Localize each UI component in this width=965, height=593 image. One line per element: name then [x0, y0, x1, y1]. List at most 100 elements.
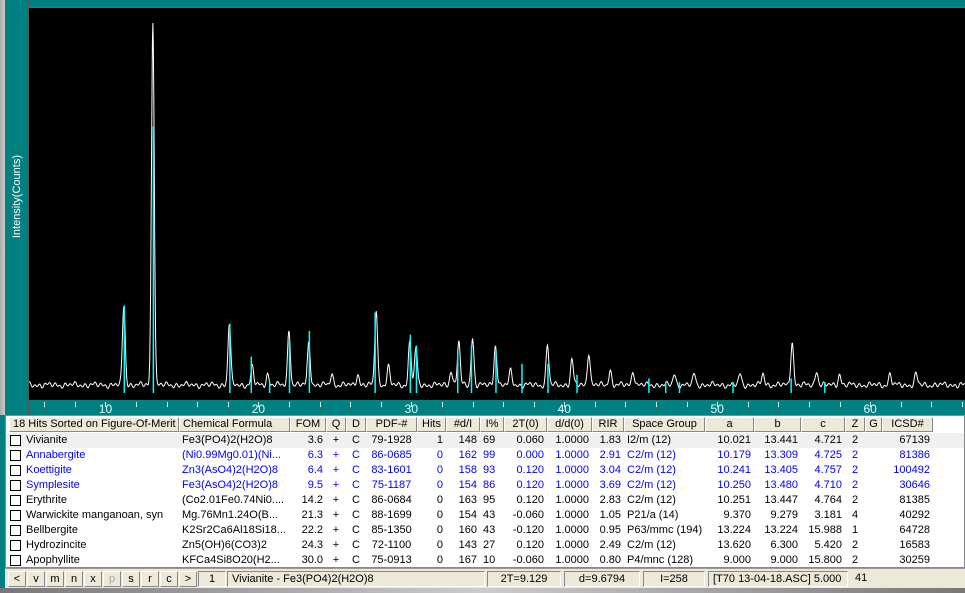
cell-d: C	[352, 509, 360, 521]
cell-d: C	[352, 524, 360, 536]
cell-spacegroup: P4/mnc (128)	[627, 554, 694, 566]
table-row[interactable]: Erythrite (Co2.01Fe0.74Ni0.... 14.2 + C 86-06…	[6, 493, 964, 508]
table-row[interactable]: Hydrozincite Zn5(OH)6(CO3)2 24.3 + C 72-1100 0…	[6, 538, 964, 553]
column-header-quality[interactable]: Q	[326, 417, 346, 432]
x-tick	[778, 402, 780, 407]
cell-ipct: 43	[483, 524, 496, 536]
table-row[interactable]: Apophyllite KFCa4Si8O20(H2... 30.0 + C 75-091…	[6, 553, 964, 567]
nav-button-p[interactable]: p	[103, 571, 121, 587]
cell-formula: Mg.76Mn1.24O(B...	[182, 509, 278, 521]
cell-rir: 1.83	[599, 434, 621, 446]
row-checkbox[interactable]	[10, 525, 21, 536]
cell-twotheta0: 0.120	[516, 464, 544, 476]
cell-dI: 143	[458, 539, 477, 551]
cell-quality: +	[332, 464, 340, 476]
cell-spacegroup: C2/m (12)	[627, 479, 676, 491]
column-header-fom[interactable]: FOM	[290, 417, 326, 432]
column-header-spacegroup[interactable]: Space Group	[624, 417, 705, 432]
cell-twotheta0: 0.120	[516, 479, 544, 491]
x-tick-label: 60	[863, 402, 877, 416]
column-header-dd0[interactable]: d/d(0)	[547, 417, 592, 432]
nav-button-x[interactable]: x	[84, 571, 102, 587]
cell-hits: 0	[436, 449, 443, 461]
column-header-a[interactable]: a	[705, 417, 754, 432]
file-info: [T70 13-04-18.ASC] 5.000	[708, 571, 848, 587]
cell-name: Koettigite	[26, 464, 72, 476]
table-row[interactable]: Warwickite manganoan, syn Mg.76Mn1.24O(B.…	[6, 508, 964, 523]
table-row[interactable]: Koettigite Zn3(AsO4)2(H2O)8 6.4 + C 83-1601 0 1…	[6, 463, 964, 478]
selected-phase-field: Vivianite - Fe3(PO4)2(H2O)8	[227, 571, 485, 587]
column-header-twotheta0[interactable]: 2T(0)	[504, 417, 547, 432]
column-header-pdf[interactable]: PDF-#	[366, 417, 417, 432]
cell-c: 4.764	[814, 494, 842, 506]
cell-formula: (Ni0.99Mg0.01)(Ni...	[182, 449, 282, 461]
nav-button-v[interactable]: v	[27, 571, 45, 587]
column-header-formula[interactable]: Chemical Formula	[179, 417, 290, 432]
nav-button-c[interactable]: c	[160, 571, 178, 587]
x-tick	[289, 402, 290, 407]
nav-button-n[interactable]: n	[65, 571, 83, 587]
column-header-icsd[interactable]: ICSD#	[882, 417, 933, 432]
column-header-ipct[interactable]: I%	[480, 417, 504, 432]
cell-icsd: 100492	[893, 464, 930, 476]
cell-rir: 2.49	[599, 539, 621, 551]
cell-quality: +	[332, 449, 340, 461]
status-bar: < v m n x p s r c > 1 Vivianite - Fe3(PO4)2(H2O)8…	[5, 568, 965, 588]
xrd-pattern-plot[interactable]	[29, 8, 965, 400]
intensity-readout: I=258	[643, 571, 705, 587]
column-header-rir[interactable]: RIR	[592, 417, 624, 432]
cell-c: 4.757	[814, 464, 842, 476]
column-header-c[interactable]: c	[801, 417, 845, 432]
cell-twotheta0: 0.120	[516, 494, 544, 506]
nav-button-m[interactable]: m	[46, 571, 64, 587]
column-header-name[interactable]: 18 Hits Sorted on Figure-Of-Merit	[9, 417, 179, 432]
cell-pdf: 86-0685	[371, 449, 412, 461]
cell-a: 13.620	[717, 539, 751, 551]
cell-g	[865, 448, 882, 463]
column-header-b[interactable]: b	[754, 417, 801, 432]
row-checkbox[interactable]	[10, 540, 21, 551]
cell-a: 10.251	[717, 494, 751, 506]
column-header-dI[interactable]: #d/I	[446, 417, 480, 432]
column-header-g[interactable]: G	[865, 417, 882, 432]
cell-z: 2	[851, 449, 859, 461]
cell-name: Hydrozincite	[26, 539, 87, 551]
column-header-d[interactable]: D	[346, 417, 366, 432]
cell-g	[865, 433, 882, 448]
x-tick	[319, 402, 321, 407]
nav-button-prev[interactable]: <	[8, 571, 26, 587]
cell-c: 15.800	[808, 554, 842, 566]
x-tick	[380, 402, 382, 407]
cell-hits: 0	[436, 479, 443, 491]
table-row[interactable]: Bellbergite K2Sr2Ca6Al18Si18... 22.2 + C 85-1…	[6, 523, 964, 538]
table-row[interactable]: Annabergite (Ni0.99Mg0.01)(Ni... 6.3 + C 86-0…	[6, 448, 964, 463]
table-row[interactable]: Vivianite Fe3(PO4)2(H2O)8 3.6 + C 79-1928 1 148…	[6, 433, 964, 448]
x-axis: 10 20 30 40 50 60	[29, 400, 965, 416]
row-checkbox[interactable]	[10, 495, 21, 506]
column-header-z[interactable]: Z	[845, 417, 865, 432]
table-row[interactable]: Symplesite Fe3(AsO4)2(H2O)8 9.5 + C 75-1187 0 1…	[6, 478, 964, 493]
cell-pdf: 83-1601	[371, 464, 412, 476]
row-checkbox[interactable]	[10, 465, 21, 476]
cell-hits: 0	[436, 539, 443, 551]
row-checkbox[interactable]	[10, 510, 21, 521]
cell-spacegroup: C2/m (12)	[627, 494, 676, 506]
cell-pdf: 72-1100	[371, 539, 412, 551]
cell-hits: 0	[436, 524, 443, 536]
cell-hits: 0	[436, 509, 443, 521]
cell-formula: K2Sr2Ca6Al18Si18...	[182, 524, 286, 536]
cell-quality: +	[332, 554, 340, 566]
nav-button-s[interactable]: s	[122, 571, 140, 587]
row-checkbox[interactable]	[10, 480, 21, 491]
window-bottom-edge	[0, 588, 965, 593]
cell-rir: 0.80	[599, 554, 621, 566]
nav-button-next[interactable]: >	[179, 571, 197, 587]
two-theta-readout: 2T=9.129	[487, 571, 561, 587]
row-checkbox[interactable]	[10, 555, 21, 566]
nav-button-r[interactable]: r	[141, 571, 159, 587]
cell-rir: 1.05	[599, 509, 621, 521]
row-checkbox[interactable]	[10, 435, 21, 446]
row-checkbox[interactable]	[10, 450, 21, 461]
column-header-hits[interactable]: Hits	[417, 417, 446, 432]
cell-name: Erythrite	[26, 494, 67, 506]
